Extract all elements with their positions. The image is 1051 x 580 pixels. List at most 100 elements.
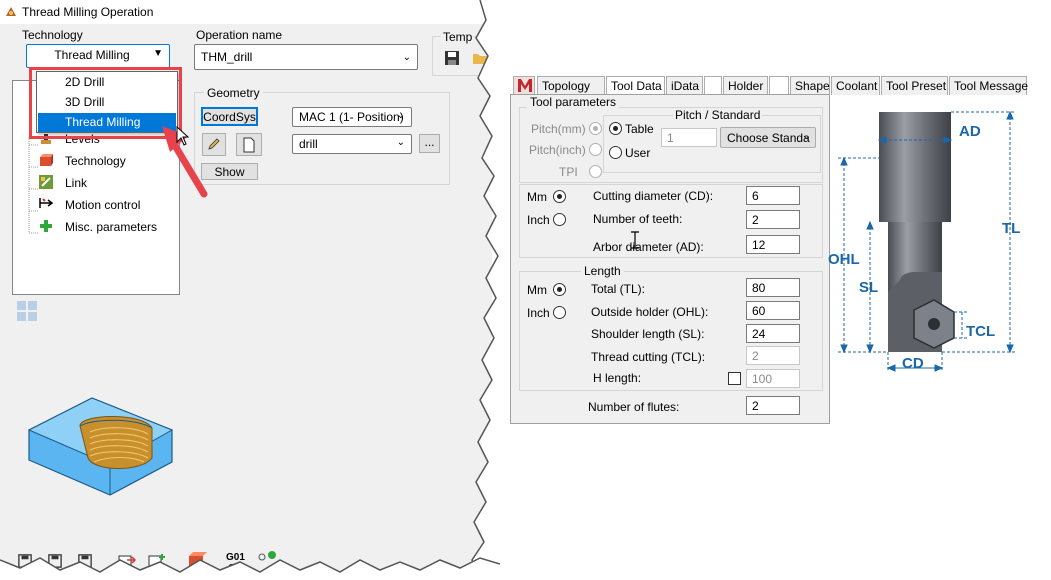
window-title: Thread Milling Operation xyxy=(22,5,154,19)
pitch-mm-radio[interactable] xyxy=(589,122,602,135)
tree-item-link[interactable]: Link xyxy=(65,176,87,190)
thread-cutting-label: Thread cutting (TCL): xyxy=(591,350,706,364)
cutting-diameter-input[interactable]: 6 xyxy=(746,186,800,205)
thread-milling-dialog: Thread Milling Operation Technology Thre… xyxy=(0,0,492,580)
tab-milling-logo[interactable] xyxy=(513,76,535,95)
tab-tool-data[interactable]: Tool Data xyxy=(606,76,665,95)
ellipsis-button[interactable]: ... xyxy=(419,134,440,153)
length-label: Length xyxy=(581,264,624,278)
h-length-label: H length: xyxy=(593,371,642,385)
arbor-diameter-input[interactable]: 12 xyxy=(746,235,800,254)
outside-holder-input[interactable]: 60 xyxy=(746,301,800,320)
tcl-label: TCL xyxy=(966,323,995,340)
torn-bottom-decoration xyxy=(0,557,500,580)
technology-combo[interactable]: Thread Milling ▼ xyxy=(26,44,170,68)
chevron-down-icon: ⌄ xyxy=(396,137,405,148)
mm-radio-a[interactable] xyxy=(553,190,566,203)
motion-control-icon xyxy=(39,198,53,208)
table-label: Table xyxy=(625,122,654,136)
new-geometry-button[interactable] xyxy=(236,133,262,156)
technology-label: Technology xyxy=(22,28,83,42)
inch-radio-a[interactable] xyxy=(553,213,566,226)
h-length-checkbox[interactable] xyxy=(728,372,741,385)
inch-radio-b[interactable] xyxy=(553,306,566,319)
inch-label-a: Inch xyxy=(527,213,550,227)
total-length-label: Total (TL): xyxy=(591,282,646,296)
chevron-down-icon: ⌄ xyxy=(402,52,411,63)
technology-value: Thread Milling xyxy=(54,48,130,62)
total-length-input[interactable]: 80 xyxy=(746,278,800,297)
part-preview-image xyxy=(27,397,174,496)
title-bar: Thread Milling Operation xyxy=(0,0,492,24)
outside-holder-label: Outside holder (OHL): xyxy=(591,305,709,319)
tab-blank-1[interactable] xyxy=(704,76,722,95)
operation-name-label: Operation name xyxy=(196,28,283,42)
geometry-value: drill xyxy=(299,137,318,151)
user-label: User xyxy=(625,146,651,160)
tab-blank-2[interactable] xyxy=(769,76,789,95)
tab-coolant[interactable]: Coolant xyxy=(831,76,880,95)
geometry-label: Geometry xyxy=(204,86,263,100)
technology-icon xyxy=(40,154,53,166)
tab-topology[interactable]: Topology xyxy=(537,76,605,95)
tab-tool-preset[interactable]: Tool Preset xyxy=(881,76,948,95)
tree-lines xyxy=(28,137,39,234)
tree-item-misc-parameters[interactable]: Misc. parameters xyxy=(65,220,157,234)
tool-tabs: Topology Tool Data iData Holder Shape Co… xyxy=(513,76,1028,95)
arrow-icon xyxy=(162,126,208,198)
app-icon xyxy=(6,7,16,16)
grid-view-icon[interactable] xyxy=(17,301,39,323)
h-length-input[interactable]: 100 xyxy=(746,369,800,388)
tpi-label: TPI xyxy=(559,165,578,179)
tab-idata[interactable]: iData xyxy=(666,76,703,95)
mouse-cursor-icon xyxy=(176,126,190,146)
sl-label: SL xyxy=(859,279,878,296)
tpi-radio[interactable] xyxy=(589,165,602,178)
tool-parameters-label: Tool parameters xyxy=(527,95,620,109)
operation-name-input[interactable]: THM_drill ⌄ xyxy=(194,44,418,70)
i-beam-cursor-icon xyxy=(631,231,639,249)
cutting-diameter-label: Cutting diameter (CD): xyxy=(593,189,714,203)
chevron-down-icon: ▼ xyxy=(153,48,163,59)
tab-holder[interactable]: Holder xyxy=(723,76,768,95)
document-icon xyxy=(243,137,255,153)
operation-name-value: THM_drill xyxy=(201,50,253,64)
tree-item-technology[interactable]: Technology xyxy=(65,154,126,168)
ohl-label: OHL xyxy=(828,251,860,268)
save-icon[interactable] xyxy=(444,50,460,66)
m-logo-icon xyxy=(518,79,532,92)
standard-value: Choose Standa xyxy=(727,131,810,145)
mm-radio-b[interactable] xyxy=(553,283,566,296)
flutes-label: Number of flutes: xyxy=(588,400,680,414)
table-radio[interactable] xyxy=(609,122,622,135)
ad-label: AD xyxy=(959,123,981,140)
geometry-select[interactable]: drill ⌄ xyxy=(292,134,412,154)
shoulder-length-input[interactable]: 24 xyxy=(746,324,800,343)
teeth-input[interactable]: 2 xyxy=(746,210,800,229)
link-icon xyxy=(39,175,53,189)
mm-label-b: Mm xyxy=(527,283,547,297)
user-radio[interactable] xyxy=(609,146,622,159)
tool-dimension-diagram: AD OHL SL TL TCL CD xyxy=(828,110,1020,372)
pitch-standard-label: Pitch / Standard xyxy=(673,108,763,122)
cd-label: CD xyxy=(902,355,924,372)
mm-label-a: Mm xyxy=(527,190,547,204)
teeth-label: Number of teeth: xyxy=(593,212,683,226)
chevron-down-icon: ⌄ xyxy=(802,131,811,142)
shoulder-length-label: Shoulder length (SL): xyxy=(591,327,705,341)
flutes-input[interactable]: 2 xyxy=(746,396,800,415)
pitch-inch-radio[interactable] xyxy=(589,143,602,156)
tab-shape[interactable]: Shape xyxy=(790,76,830,95)
tree-item-motion-control[interactable]: Motion control xyxy=(65,198,140,212)
arbor-diameter-label: Arbor diameter (AD): xyxy=(593,240,704,254)
pitch-input[interactable]: 1 xyxy=(661,128,717,147)
tl-label: TL xyxy=(1002,220,1020,237)
pitch-inch-label: Pitch(inch) xyxy=(529,143,586,157)
torn-edge-decoration xyxy=(471,0,512,580)
thread-cutting-input[interactable]: 2 xyxy=(746,346,800,365)
pitch-mm-label: Pitch(mm) xyxy=(531,122,586,136)
mac-select[interactable]: MAC 1 (1- Position) ⌄ xyxy=(292,107,412,127)
mac-value: MAC 1 (1- Position) xyxy=(299,110,404,124)
tab-tool-message[interactable]: Tool Message xyxy=(949,76,1028,95)
standard-select[interactable]: Choose Standa ⌄ xyxy=(720,127,816,148)
